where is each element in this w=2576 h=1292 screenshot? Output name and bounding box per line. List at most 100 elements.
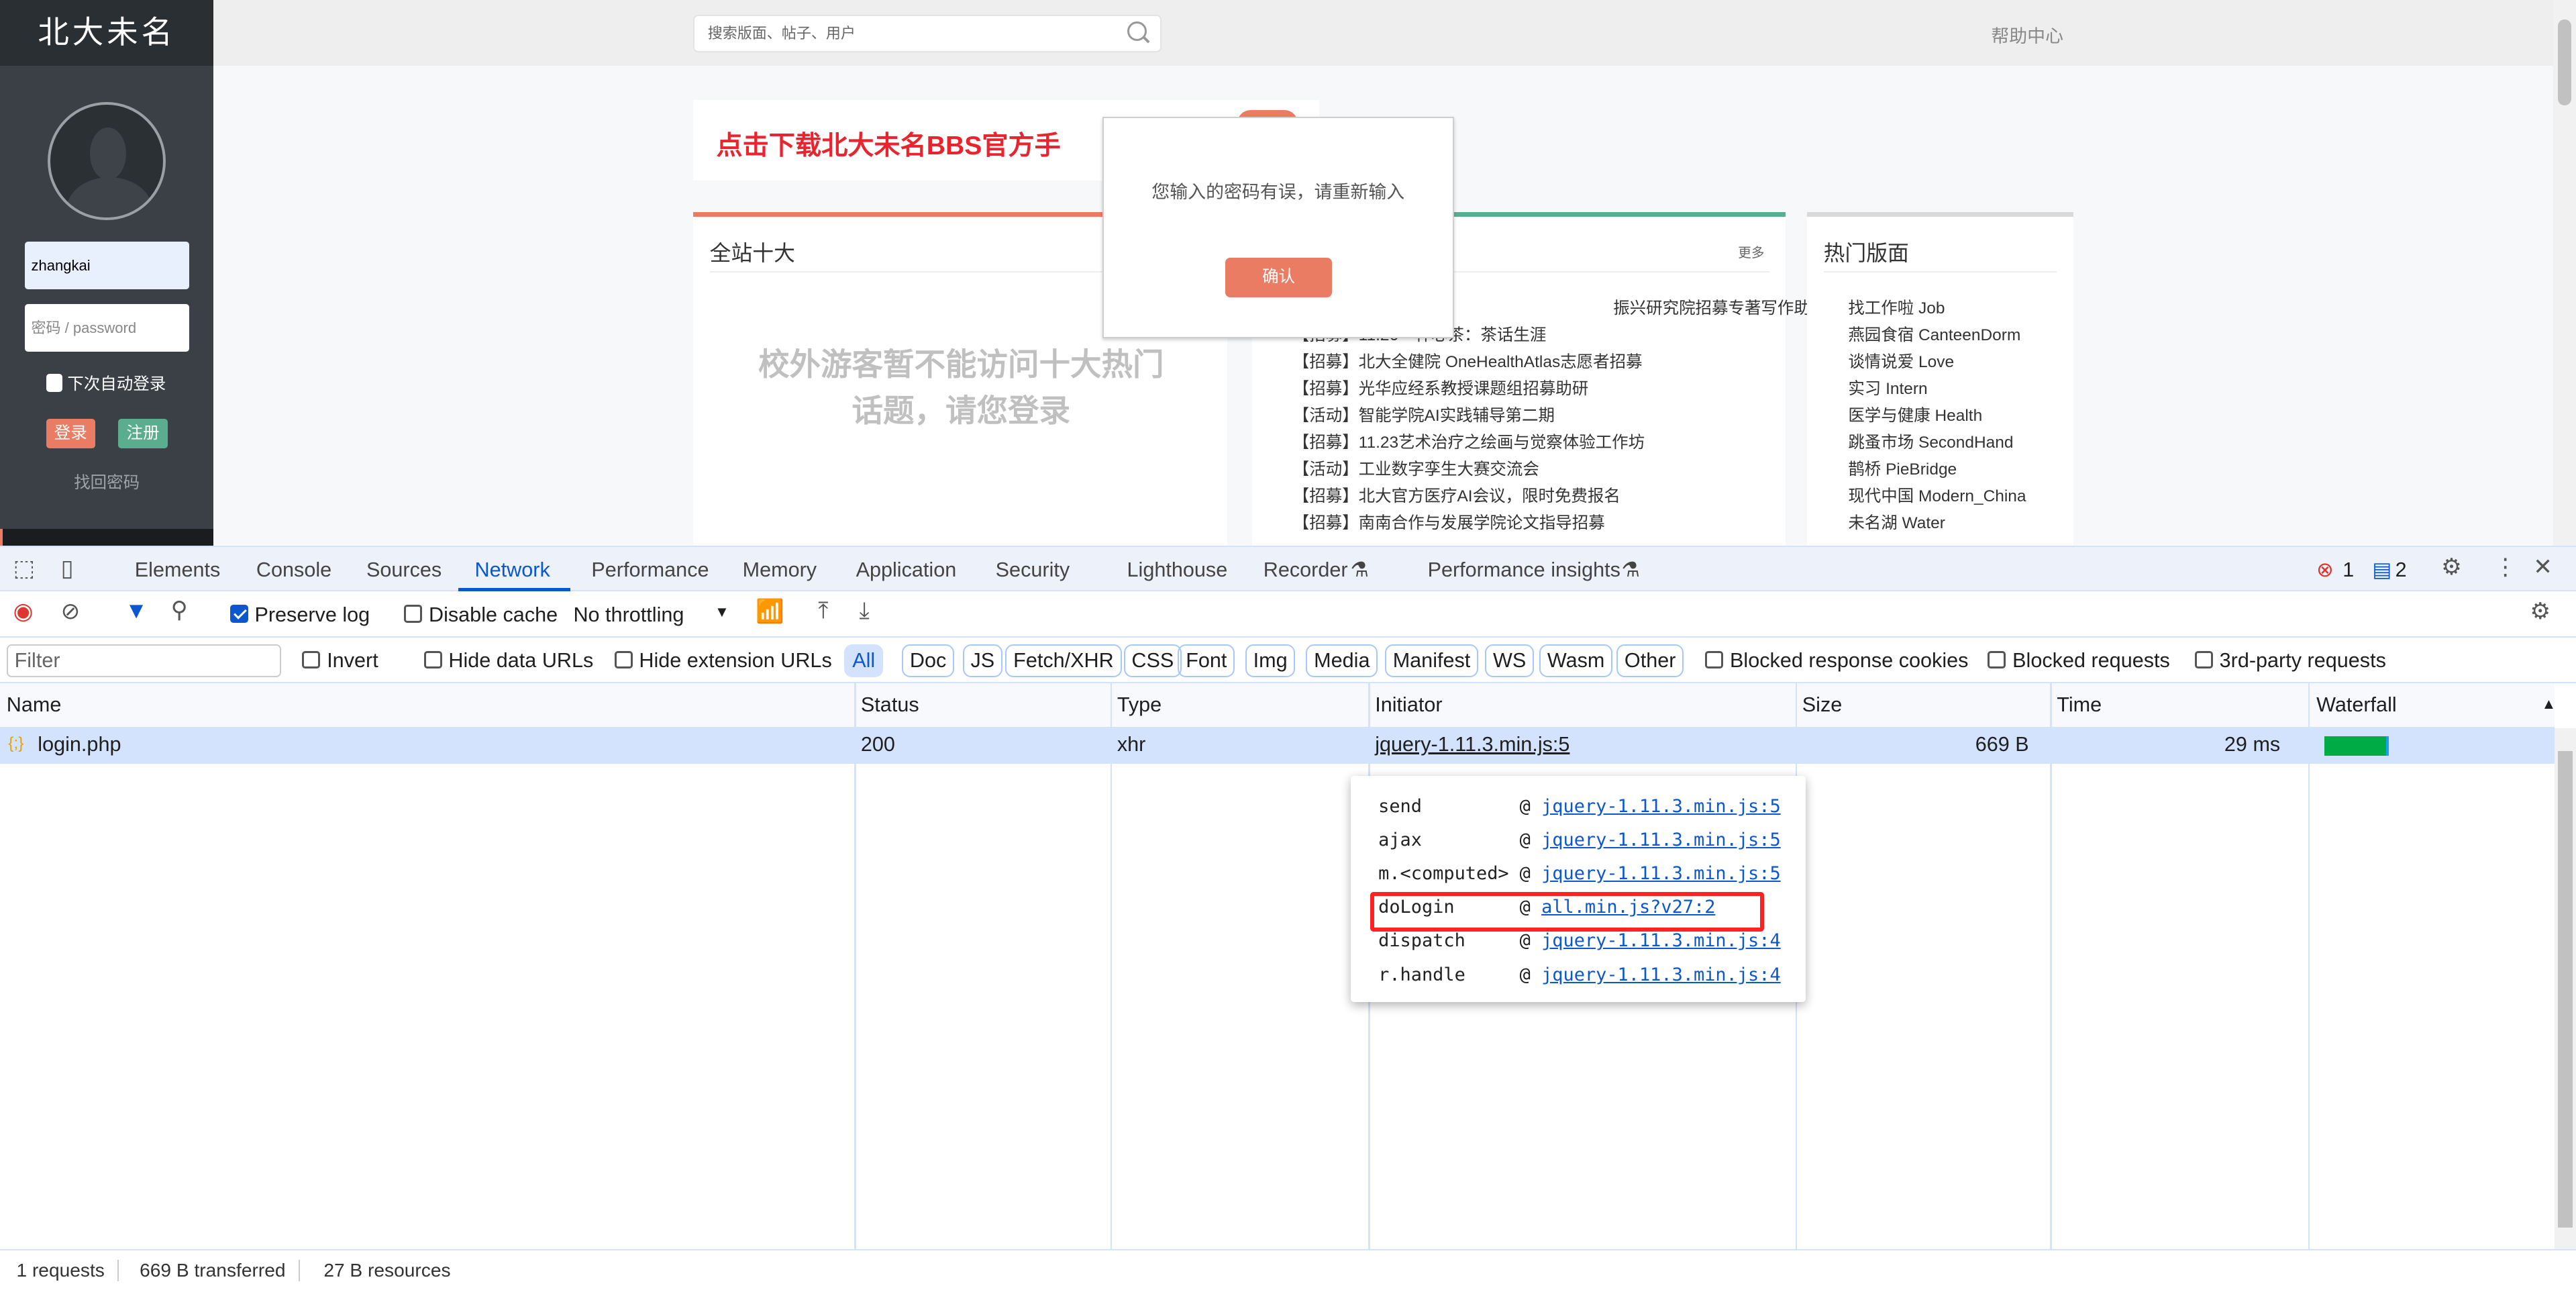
board-item[interactable]: 现代中国 Modern_China <box>1848 483 2026 510</box>
tab-lighthouse[interactable]: Lighthouse <box>1127 558 1228 582</box>
column-header-size[interactable]: Size <box>1802 693 1843 717</box>
filter-chip-css[interactable]: CSS <box>1123 644 1182 677</box>
filter-chip-all[interactable]: All <box>844 644 883 677</box>
board-item[interactable]: 鹊桥 PieBridge <box>1848 456 2026 483</box>
page-scrollbar[interactable] <box>2553 0 2576 546</box>
news-item[interactable]: 【招募】11.23艺术治疗之绘画与觉察体验工作坊 <box>1293 430 1827 456</box>
filter-chip-wasm[interactable]: Wasm <box>1539 644 1613 677</box>
column-header-time[interactable]: Time <box>2057 693 2102 717</box>
column-header-type[interactable]: Type <box>1117 693 1162 717</box>
blocked-cookies-checkbox[interactable]: Blocked response cookies <box>1705 649 1968 673</box>
board-item[interactable]: 医学与健康 Health <box>1848 403 2026 430</box>
filter-chip-img[interactable]: Img <box>1245 644 1296 677</box>
filter-chip-other[interactable]: Other <box>1616 644 1684 677</box>
record-stop-icon[interactable]: ◉ <box>13 598 34 625</box>
board-item[interactable]: 找工作啦 Job <box>1848 295 2026 322</box>
board-item[interactable]: 实习 Intern <box>1848 376 2026 403</box>
banner-text[interactable]: 点击下载北大未名BBS官方手 <box>716 125 1060 162</box>
tab-network[interactable]: Network <box>475 558 550 582</box>
news-item[interactable]: 【招募】光华应经系教授课题组招募助研 <box>1293 376 1827 403</box>
tab-memory[interactable]: Memory <box>743 558 817 582</box>
tab-recorder[interactable]: Recorder <box>1264 558 1348 582</box>
stack-source-link[interactable]: jquery-1.11.3.min.js:5 <box>1541 796 1781 817</box>
filter-chip-ws[interactable]: WS <box>1485 644 1535 677</box>
filter-input[interactable]: Filter <box>6 644 281 677</box>
tab-security[interactable]: Security <box>996 558 1070 582</box>
export-har-icon[interactable]: ⤓ <box>859 598 869 624</box>
table-row[interactable]: {;} login.php 200 xhr jquery-1.11.3.min.… <box>0 728 2555 764</box>
clear-icon[interactable]: ⊘ <box>61 598 81 625</box>
search-icon[interactable] <box>1127 21 1147 42</box>
throttling-select[interactable]: No throttling <box>573 603 684 627</box>
checkbox-icon[interactable] <box>423 650 442 669</box>
password-input[interactable]: 密码 / password <box>24 303 189 352</box>
preserve-log-checkbox[interactable]: Preserve log <box>229 603 370 627</box>
hide-extension-urls-checkbox[interactable]: Hide extension URLs <box>614 649 832 673</box>
initiator-link[interactable]: jquery-1.11.3.min.js:5 <box>1375 733 1569 756</box>
close-icon[interactable]: ✕ <box>2533 554 2553 581</box>
import-har-icon[interactable]: ⤒ <box>818 598 828 624</box>
column-header-status[interactable]: Status <box>861 693 919 717</box>
message-count[interactable]: 2 <box>2395 558 2407 582</box>
register-button[interactable]: 注册 <box>118 419 168 449</box>
login-button[interactable]: 登录 <box>46 419 95 449</box>
settings-gear-icon[interactable]: ⚙ <box>2441 554 2462 581</box>
checkbox-icon[interactable] <box>2194 650 2213 669</box>
message-icon[interactable]: ▤ <box>2372 558 2391 582</box>
tab-performance-insights[interactable]: Performance insights <box>1428 558 1620 582</box>
board-item[interactable]: 未名湖 Water <box>1848 510 2026 537</box>
checkbox-icon[interactable] <box>229 605 248 623</box>
table-scrollbar[interactable] <box>2555 728 2576 1249</box>
auto-login-checkbox[interactable]: 下次自动登录 <box>46 371 166 395</box>
network-conditions-icon[interactable]: 📶 <box>756 598 784 625</box>
checkbox-icon[interactable] <box>614 650 633 669</box>
filter-chip-font[interactable]: Font <box>1178 644 1235 677</box>
filter-chip-media[interactable]: Media <box>1306 644 1378 677</box>
forgot-password-link[interactable]: 找回密码 <box>0 470 213 493</box>
news-item[interactable]: 【招募】北大官方医疗AI会议，限时免费报名 <box>1293 483 1827 510</box>
tab-application[interactable]: Application <box>856 558 957 582</box>
error-count[interactable]: 1 <box>2342 558 2354 582</box>
checkbox-icon[interactable] <box>1988 650 2006 669</box>
tab-performance[interactable]: Performance <box>591 558 709 582</box>
news-item[interactable]: 【活动】工业数字孪生大赛交流会 <box>1293 456 1827 483</box>
news-item[interactable]: 【活动】智能学院AI实践辅导第二期 <box>1293 403 1827 430</box>
checkbox-icon[interactable] <box>302 650 321 669</box>
column-header-initiator[interactable]: Initiator <box>1375 693 1442 717</box>
column-header-name[interactable]: Name <box>7 693 62 717</box>
stack-source-link[interactable]: jquery-1.11.3.min.js:4 <box>1541 930 1781 951</box>
stack-source-link[interactable]: jquery-1.11.3.min.js:5 <box>1541 830 1781 850</box>
disable-cache-checkbox[interactable]: Disable cache <box>404 603 558 627</box>
more-options-icon[interactable]: ⋮ <box>2494 554 2517 581</box>
blocked-requests-checkbox[interactable]: Blocked requests <box>1988 649 2170 673</box>
checkbox-icon[interactable] <box>46 374 63 393</box>
help-center-link[interactable]: 帮助中心 <box>1991 21 2063 48</box>
inspect-element-icon[interactable]: ⬚ <box>13 555 35 582</box>
checkbox-icon[interactable] <box>404 605 423 623</box>
column-header-waterfall[interactable]: Waterfall <box>2316 693 2397 717</box>
hide-data-urls-checkbox[interactable]: Hide data URLs <box>423 649 593 673</box>
tab-elements[interactable]: Elements <box>135 558 221 582</box>
board-item[interactable]: 谈情说爱 Love <box>1848 349 2026 376</box>
chevron-down-icon[interactable]: ▼ <box>715 603 729 621</box>
confirm-button[interactable]: 确认 <box>1225 257 1333 297</box>
filter-chip-doc[interactable]: Doc <box>902 644 955 677</box>
device-toolbar-icon[interactable]: ▯ <box>61 555 74 582</box>
tab-console[interactable]: Console <box>256 558 331 582</box>
search-icon[interactable]: ⚲ <box>171 597 188 624</box>
filter-chip-js[interactable]: JS <box>962 644 1002 677</box>
network-settings-gear-icon[interactable]: ⚙ <box>2530 598 2551 625</box>
news-item[interactable]: 【招募】南南合作与发展学院论文指导招募 <box>1293 510 1827 537</box>
more-link[interactable]: 更多 <box>1738 242 1764 261</box>
filter-chip-manifest[interactable]: Manifest <box>1384 644 1479 677</box>
news-item[interactable]: 【招募】北大全健院 OneHealthAtlas志愿者招募 <box>1293 349 1827 376</box>
search-input[interactable]: 搜索版面、帖子、用户 <box>693 15 1162 53</box>
error-icon[interactable]: ⊗ <box>2316 558 2334 582</box>
username-input[interactable]: zhangkai <box>24 241 189 289</box>
stack-source-link[interactable]: jquery-1.11.3.min.js:5 <box>1541 863 1781 884</box>
checkbox-icon[interactable] <box>1705 650 1724 669</box>
site-logo[interactable]: 北大未名 <box>0 0 214 66</box>
invert-checkbox[interactable]: Invert <box>302 649 378 673</box>
board-item[interactable]: 燕园食宿 CanteenDorm <box>1848 322 2026 349</box>
tab-sources[interactable]: Sources <box>366 558 442 582</box>
